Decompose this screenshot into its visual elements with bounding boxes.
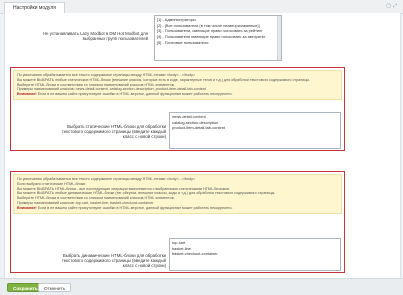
- scrollbar[interactable]: [277, 16, 281, 60]
- warning-text: Если в ее вашем сайте присутствуют ошибк…: [37, 205, 233, 210]
- warning-prefix: Внимание!: [17, 205, 37, 210]
- form-footer: Сохранить Отменить: [0, 278, 403, 295]
- cancel-button[interactable]: Отменить: [38, 283, 71, 292]
- dynamic-info-note: По умолчанию обрабатывается все тексто с…: [13, 174, 342, 214]
- textarea-line: product-item-detail-tab-content: [172, 125, 225, 131]
- static-blocks-textarea[interactable]: news-detail-content catalog-section-desc…: [169, 112, 341, 149]
- static-info-note: По умолчанию обрабатывается все тексто с…: [13, 70, 342, 100]
- window-controls: ▢⤢: [386, 3, 399, 9]
- static-field-label: Выбрать статические HTML-блоки для обраб…: [61, 124, 166, 140]
- note-warning: Внимание! Если в ее вашем сайте присутст…: [17, 92, 338, 97]
- groups-row: Не устанавливать Lazy Modbot в DM Hot Mo…: [5, 15, 400, 63]
- textarea-line: basket-checkout-container: [172, 251, 218, 257]
- dynamic-field-label: Выбрать динамические HTML-блоки для обра…: [61, 253, 166, 269]
- warning-prefix: Внимание!: [17, 92, 37, 97]
- settings-panel: Не устанавливать Lazy Modbot в DM Hot Mo…: [4, 13, 401, 279]
- dynamic-blocks-textarea[interactable]: top-cart basket-line basket-checkout-con…: [169, 238, 341, 271]
- static-blocks-section: По умолчанию обрабатывается все тексто с…: [10, 67, 345, 151]
- expand-icon[interactable]: ⤢: [393, 3, 399, 9]
- note-warning: Внимание! Если в ее вашем сайте присутст…: [17, 206, 338, 211]
- groups-multiselect[interactable]: [1] - Администраторы [2] - [Все пользова…: [154, 15, 282, 61]
- groups-label: Не устанавливать Lazy Modbot в DM Hot Mo…: [43, 31, 148, 42]
- warning-text: Если в ее вашем сайте присутствуют ошибк…: [37, 92, 233, 97]
- collapse-icon[interactable]: ▢: [386, 3, 393, 9]
- group-option[interactable]: [5] - Почтовые пользователи: [157, 40, 279, 46]
- group-option[interactable]: [4] - Пользователи имеющие право голосов…: [157, 34, 279, 40]
- note-line: Вы можете ВЫБРАТЬ любые статические HTML…: [17, 77, 311, 82]
- tab-bar: Настройки модуля ▢⤢: [0, 0, 403, 14]
- dynamic-blocks-section: По умолчанию обрабатывается все тексто с…: [10, 171, 345, 273]
